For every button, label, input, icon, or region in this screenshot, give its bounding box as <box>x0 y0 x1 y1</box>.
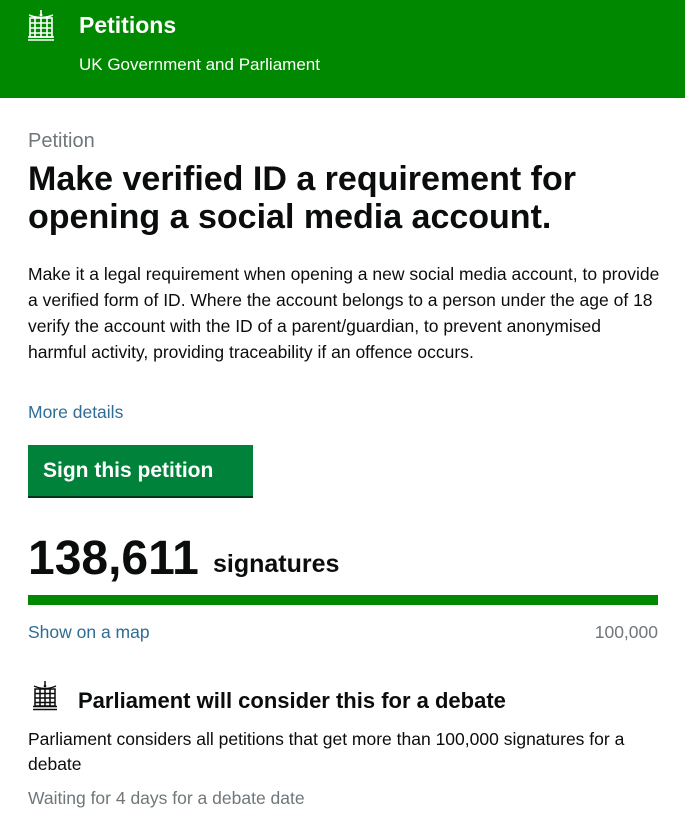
signature-progress-bar <box>28 595 658 605</box>
petition-eyebrow: Petition <box>28 130 95 152</box>
signature-count: 138,611 <box>28 532 199 585</box>
signature-count-row: 138,611 signatures <box>28 530 658 590</box>
debate-status: Waiting for 4 days for a debate date <box>28 788 305 808</box>
portcullis-icon <box>33 681 57 711</box>
show-on-map-link[interactable]: Show on a map <box>28 622 150 643</box>
petition-title: Make verified ID a requirement for openi… <box>28 160 576 236</box>
debate-heading: Parliament will consider this for a deba… <box>78 688 506 713</box>
petition-description: Make it a legal requirement when opening… <box>28 264 660 362</box>
site-title[interactable]: Petitions <box>79 12 176 39</box>
more-details-link[interactable]: More details <box>28 402 123 423</box>
signature-progress-fill <box>28 595 658 605</box>
site-subtitle: UK Government and Parliament <box>79 55 320 74</box>
site-header: Petitions UK Government and Parliament <box>0 0 685 98</box>
signature-threshold: 100,000 <box>594 622 658 642</box>
sign-petition-button[interactable]: Sign this petition <box>28 445 253 496</box>
signature-label: signatures <box>213 550 340 578</box>
portcullis-icon <box>28 10 54 41</box>
debate-description: Parliament considers all petitions that … <box>28 729 625 774</box>
